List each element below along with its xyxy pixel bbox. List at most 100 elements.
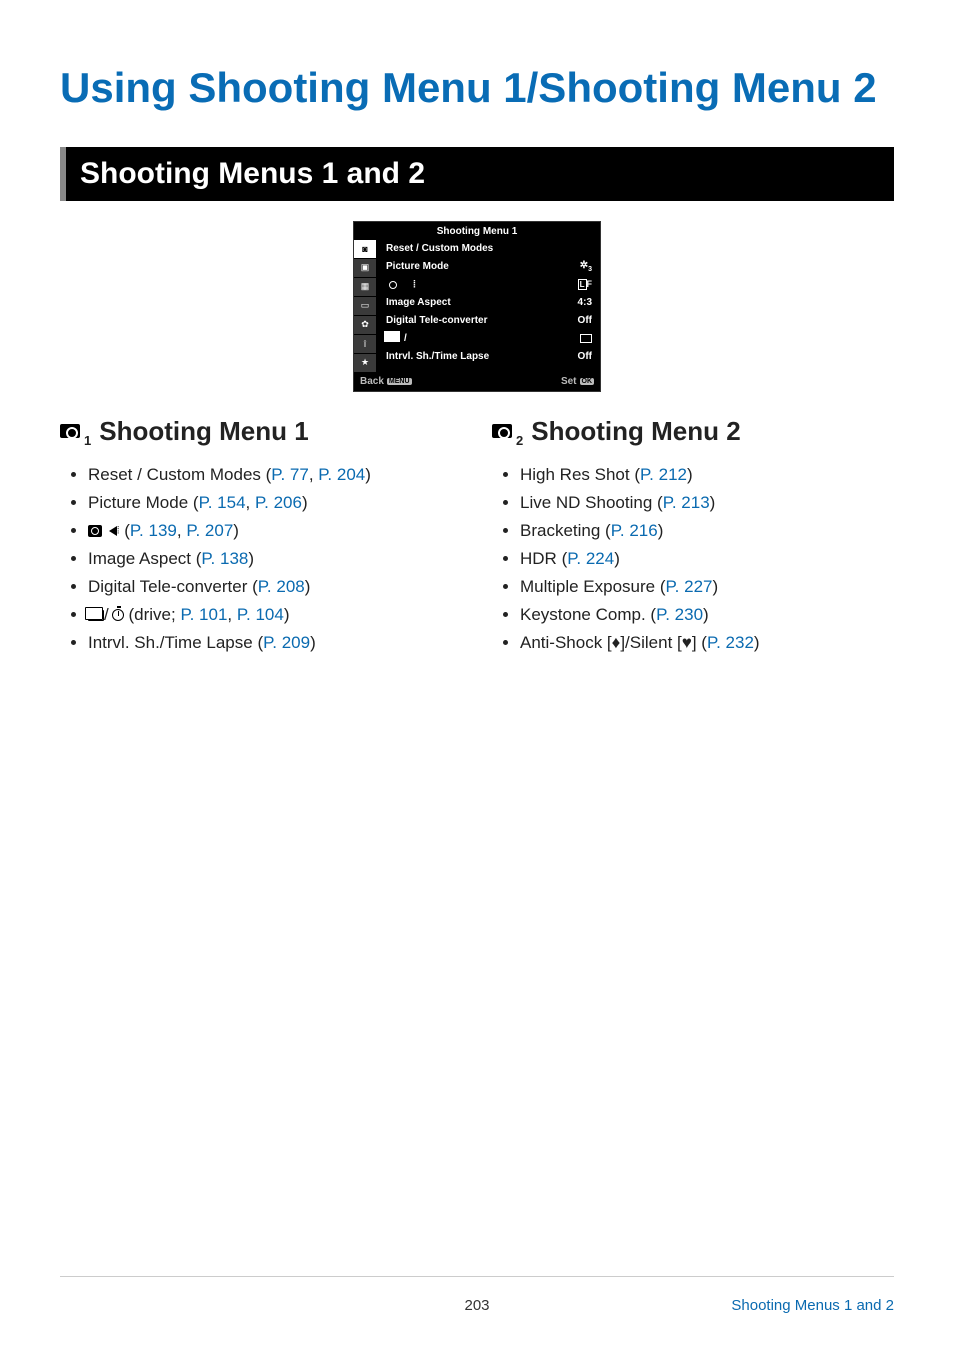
lcd-row-label: Reset / Custom Modes bbox=[386, 243, 493, 254]
page-ref-link[interactable]: P. 230 bbox=[656, 605, 703, 624]
lcd-row-value: LF bbox=[578, 279, 592, 290]
lcd-title: Shooting Menu 1 bbox=[354, 222, 600, 240]
list-item-text: HDR bbox=[520, 549, 557, 568]
list-item-text: Reset / Custom Modes bbox=[88, 465, 261, 484]
list-item-text: High Res Shot bbox=[520, 465, 630, 484]
list-item-text: Picture Mode bbox=[88, 493, 188, 512]
lcd-tab-play-icon: ▭ bbox=[354, 297, 376, 315]
camera-icon bbox=[88, 525, 102, 537]
page-ref-link[interactable]: P. 101 bbox=[180, 605, 227, 624]
list-item: Image Aspect (P. 138) bbox=[88, 545, 462, 573]
page-ref-link[interactable]: P. 224 bbox=[567, 549, 614, 568]
lcd-row-label: ⁞ bbox=[386, 279, 416, 291]
list-item-text: Anti-Shock [♦]/Silent [♥] bbox=[520, 633, 697, 652]
list-item-text: Bracketing bbox=[520, 521, 600, 540]
page-title: Using Shooting Menu 1/Shooting Menu 2 bbox=[60, 60, 894, 117]
list-item: Picture Mode (P. 154, P. 206) bbox=[88, 489, 462, 517]
page-ref-link[interactable]: P. 104 bbox=[237, 605, 284, 624]
list-item: HDR (P. 224) bbox=[520, 545, 894, 573]
drive-icon bbox=[386, 333, 402, 344]
page-ref-link[interactable]: P. 212 bbox=[640, 465, 687, 484]
lcd-set-label: Set bbox=[561, 376, 577, 387]
list-item-text: Multiple Exposure bbox=[520, 577, 655, 596]
dots-icon: ⁞ bbox=[413, 279, 416, 290]
col2-list: High Res Shot (P. 212)Live ND Shooting (… bbox=[492, 461, 894, 657]
list-item-text: Live ND Shooting bbox=[520, 493, 652, 512]
column-shooting-menu-2: 2 Shooting Menu 2 High Res Shot (P. 212)… bbox=[492, 416, 894, 657]
camera2-sub: 2 bbox=[516, 433, 523, 448]
lcd-back-key: MENU bbox=[387, 378, 412, 385]
page-ref-link[interactable]: P. 207 bbox=[186, 521, 233, 540]
page-ref-link[interactable]: P. 216 bbox=[611, 521, 658, 540]
lcd-row: Reset / Custom Modes bbox=[376, 240, 600, 258]
lcd-row: Digital Tele-converter Off bbox=[376, 312, 600, 330]
page-ref-link[interactable]: P. 138 bbox=[201, 549, 248, 568]
list-item: ⁞ (P. 139, P. 207) bbox=[88, 517, 462, 545]
lcd-row: ⁞ LF bbox=[376, 276, 600, 294]
lcd-back-label: Back bbox=[360, 376, 384, 387]
section-heading: Shooting Menus 1 and 2 bbox=[60, 147, 894, 201]
page-ref-link[interactable]: P. 227 bbox=[666, 577, 713, 596]
lcd-row-value: ✲3 bbox=[580, 260, 592, 273]
lcd-row-label: Digital Tele-converter bbox=[386, 315, 488, 326]
lcd-row-value: 4:3 bbox=[578, 297, 592, 308]
page-number: 203 bbox=[464, 1297, 489, 1314]
lcd-set-key: OK bbox=[580, 378, 595, 385]
lcd-row: Image Aspect4:3 bbox=[376, 294, 600, 312]
list-item-text: Digital Tele-converter bbox=[88, 577, 247, 596]
lcd-row-label: / bbox=[386, 333, 424, 345]
page-footer: 203 Shooting Menus 1 and 2 bbox=[60, 1276, 894, 1314]
list-item: Reset / Custom Modes (P. 77, P. 204) bbox=[88, 461, 462, 489]
list-item: Live ND Shooting (P. 213) bbox=[520, 489, 894, 517]
list-item-prefix: drive; bbox=[134, 605, 176, 624]
list-item-text: Keystone Comp. bbox=[520, 605, 646, 624]
page-ref-link[interactable]: P. 77 bbox=[271, 465, 309, 484]
page-ref-link[interactable]: P. 154 bbox=[199, 493, 246, 512]
page-ref-link[interactable]: P. 213 bbox=[663, 493, 710, 512]
list-item: Anti-Shock [♦]/Silent [♥] (P. 232) bbox=[520, 629, 894, 657]
page-ref-link[interactable]: P. 208 bbox=[258, 577, 305, 596]
single-frame-icon bbox=[580, 334, 592, 343]
lcd-tab-video-icon: ▦ bbox=[354, 278, 376, 296]
lcd-tab-star-icon: ★ bbox=[354, 354, 376, 372]
list-item: Keystone Comp. (P. 230) bbox=[520, 601, 894, 629]
page-ref-link[interactable]: P. 209 bbox=[263, 633, 310, 652]
list-item-text: Image Aspect bbox=[88, 549, 191, 568]
lcd-footer: BackMENU SetOK bbox=[354, 373, 600, 391]
lcd-row-label: Intrvl. Sh./Time Lapse bbox=[386, 351, 489, 362]
lcd-row: Picture Mode ✲3 bbox=[376, 258, 600, 276]
lcd-tab-camera2-icon: ▣ bbox=[354, 259, 376, 277]
picture-mode-icon: ✲3 bbox=[580, 260, 592, 271]
col1-list: Reset / Custom Modes (P. 77, P. 204)Pict… bbox=[60, 461, 462, 657]
camera1-icon bbox=[60, 422, 82, 440]
lcd-row-value: Off bbox=[578, 315, 592, 326]
list-item: High Res Shot (P. 212) bbox=[520, 461, 894, 489]
list-item: Digital Tele-converter (P. 208) bbox=[88, 573, 462, 601]
camera1-sub: 1 bbox=[84, 433, 91, 448]
self-timer-icon bbox=[112, 609, 124, 621]
lcd-row: Intrvl. Sh./Time Lapse Off bbox=[376, 348, 600, 366]
lcd-tab-wrench-icon: ȋ bbox=[354, 335, 376, 353]
list-item-text: Intrvl. Sh./Time Lapse bbox=[88, 633, 253, 652]
lcd-row-value: Off bbox=[578, 351, 592, 362]
list-item: Bracketing (P. 216) bbox=[520, 517, 894, 545]
lcd-screenshot: Shooting Menu 1 ◙ ▣ ▦ ▭ ✿ ȋ ★ Reset / Cu… bbox=[353, 221, 601, 392]
lcd-tab-gear-icon: ✿ bbox=[354, 316, 376, 334]
camera-icon bbox=[386, 279, 400, 291]
page-ref-link[interactable]: P. 204 bbox=[318, 465, 365, 484]
page-ref-link[interactable]: P. 206 bbox=[255, 493, 302, 512]
col1-heading: 1 Shooting Menu 1 bbox=[60, 416, 462, 447]
column-shooting-menu-1: 1 Shooting Menu 1 Reset / Custom Modes (… bbox=[60, 416, 462, 657]
self-timer-icon bbox=[412, 333, 424, 345]
page-ref-link[interactable]: P. 232 bbox=[707, 633, 754, 652]
lcd-row: / bbox=[376, 330, 600, 348]
list-item: / (drive; P. 101, P. 104) bbox=[88, 601, 462, 629]
camera2-icon bbox=[492, 422, 514, 440]
lcd-row-label: Picture Mode bbox=[386, 261, 449, 272]
quality-value-icon: L bbox=[578, 279, 587, 290]
drive-icon bbox=[88, 610, 104, 621]
page-ref-link[interactable]: P. 139 bbox=[130, 521, 177, 540]
footer-breadcrumb-link[interactable]: Shooting Menus 1 and 2 bbox=[731, 1297, 894, 1314]
lcd-rows: Reset / Custom Modes Picture Mode ✲3 ⁞ LF Im… bbox=[376, 240, 600, 373]
arrow-icon bbox=[109, 526, 117, 536]
